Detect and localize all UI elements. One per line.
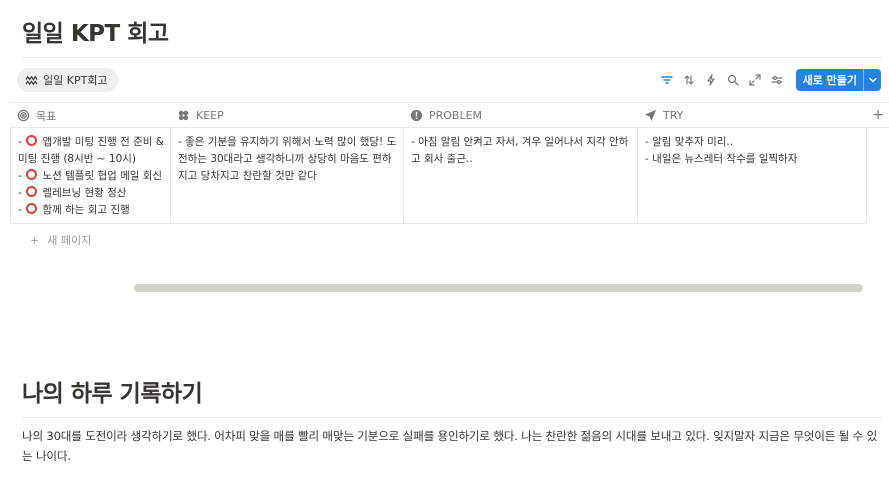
search-button[interactable] (722, 69, 744, 91)
section-divider (22, 417, 882, 418)
goal-line: - 앱개발 미팅 진행 전 준비 & (18, 135, 164, 148)
keep-line: - 좋은 기분을 유지하기 위해서 노력 많이 했당! 도 (178, 136, 397, 148)
plus-icon: + (30, 233, 40, 247)
problem-line: 고 회사 출근.. (411, 153, 473, 165)
expand-button[interactable] (744, 69, 766, 91)
column-label: KEEP (196, 109, 224, 122)
new-page-label: 새 페이지 (47, 234, 92, 247)
section-heading: 나의 하루 기록하기 (22, 381, 203, 407)
page-title: 일일 KPT 회고 (22, 21, 169, 47)
new-button-label[interactable]: 새로 만들기 (796, 69, 863, 91)
expand-icon (748, 74, 761, 86)
column-label: TRY (663, 109, 684, 122)
problem-line: - 아침 알림 안켜고 자서, 겨우 일어나서 지각 안하 (411, 136, 629, 148)
keep-line: 지고 당차지고 찬란할 것만 같다 (178, 170, 317, 182)
database-toolbar: 새로 만들기 (656, 69, 881, 91)
settings-icon (770, 75, 783, 84)
filter-icon (660, 76, 673, 84)
cell-problem[interactable]: - 아침 알림 안켜고 자서, 겨우 일어나서 지각 안하 고 회사 출근.. (404, 128, 638, 224)
new-button[interactable]: 새로 만들기 (795, 69, 881, 91)
kpt-wave-icon (25, 75, 38, 85)
column-header-try[interactable]: TRY (644, 103, 683, 128)
cell-try[interactable]: - 알림 맞추자 미리.. - 내일은 뉴스레터 착수를 일찍하자 (638, 128, 867, 224)
red-circle-icon (26, 186, 38, 197)
clover-icon (178, 110, 189, 121)
column-header-problem[interactable]: PROBLEM (410, 103, 482, 128)
goal-line: 미팅 진행 (8시반 ~ 10시) (18, 153, 137, 165)
goal-line: - 렐레브닝 현황 정산 (18, 186, 127, 199)
try-line: - 알림 맞추자 미리.. (645, 136, 734, 148)
sort-button[interactable] (678, 69, 700, 91)
column-label: PROBLEM (429, 109, 483, 122)
table-header: 목표 KEEP PROBLEM TRY + (10, 102, 889, 128)
settings-button[interactable] (766, 69, 788, 91)
view-tab-kpt[interactable]: 일일 KPT회고 (17, 68, 118, 92)
column-label: 목표 (36, 109, 57, 123)
add-column-button[interactable]: + (872, 107, 884, 123)
target-icon (17, 109, 30, 122)
view-tab-label: 일일 KPT회고 (43, 74, 108, 87)
send-icon (644, 109, 657, 122)
search-icon (727, 74, 739, 86)
new-button-dropdown[interactable] (863, 69, 881, 91)
column-header-goal[interactable]: 목표 (17, 103, 56, 128)
title-divider (22, 57, 882, 58)
cell-goal[interactable]: - 앱개발 미팅 진행 전 준비 & 미팅 진행 (8시반 ~ 10시) - 노… (10, 128, 171, 224)
cell-keep[interactable]: - 좋은 기분을 유지하기 위해서 노력 많이 했당! 도 전하는 30대라고 … (171, 128, 404, 224)
sort-icon (683, 75, 694, 85)
filter-button[interactable] (656, 69, 678, 91)
journal-paragraph[interactable]: 나의 30대를 도전이라 생각하기로 했다. 어차피 맞을 매를 빨리 매맞는 … (22, 426, 882, 466)
chevron-down-icon (868, 77, 877, 83)
table-row[interactable]: - 앱개발 미팅 진행 전 준비 & 미팅 진행 (8시반 ~ 10시) - 노… (10, 128, 867, 224)
automation-button[interactable] (700, 69, 722, 91)
red-circle-icon (26, 203, 38, 214)
horizontal-scrollbar[interactable] (134, 284, 863, 292)
try-line: - 내일은 뉴스레터 착수를 일찍하자 (645, 153, 798, 165)
goal-line: - 노션 템플릿 협업 메일 회신 (18, 169, 163, 182)
new-page-button[interactable]: + 새 페이지 (30, 232, 91, 248)
red-circle-icon (26, 169, 38, 180)
column-header-keep[interactable]: KEEP (177, 103, 224, 128)
keep-line: 전하는 30대라고 생각하니까 상당히 마음도 편하 (178, 153, 392, 165)
alert-icon (410, 109, 423, 122)
red-circle-icon (26, 135, 38, 146)
automation-icon (706, 74, 715, 86)
goal-line: - 함께 하는 회고 진행 (18, 203, 130, 216)
